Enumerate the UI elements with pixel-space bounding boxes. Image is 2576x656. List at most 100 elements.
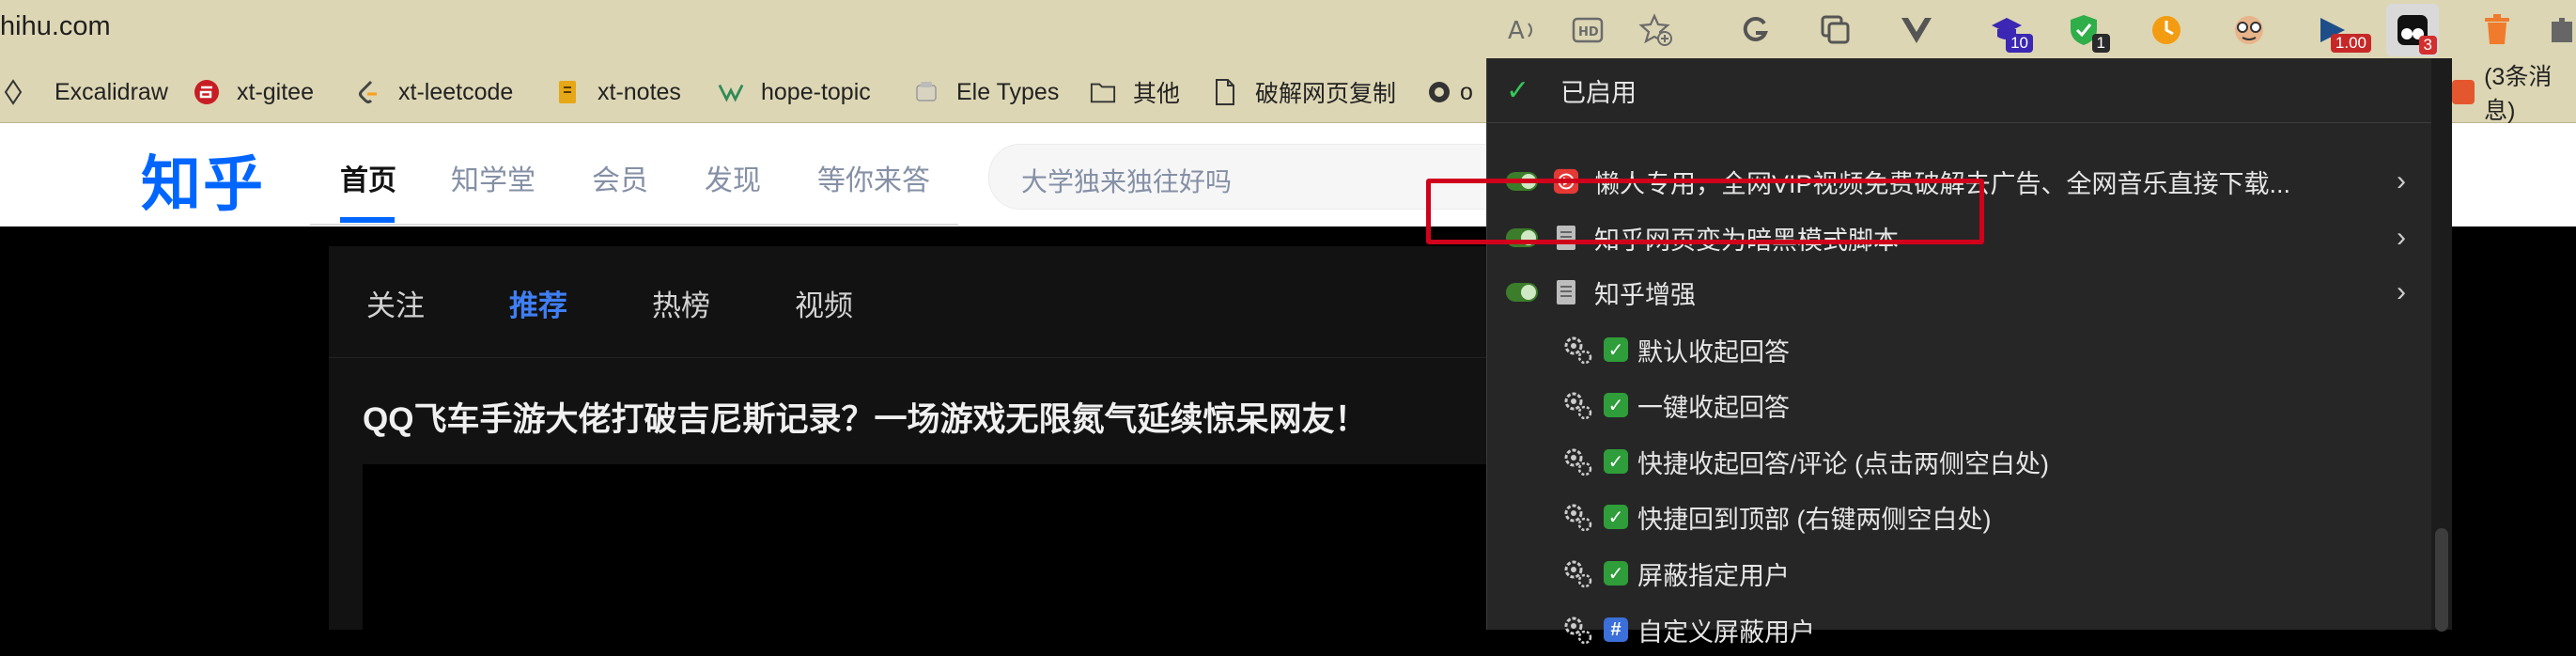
tampermonkey-icon[interactable]: 3 bbox=[2386, 4, 2439, 56]
gear-icon bbox=[1564, 560, 1592, 588]
search-placeholder: 大学独来独往好吗 bbox=[1021, 167, 1233, 196]
face-extension-icon[interactable] bbox=[2230, 11, 2268, 49]
doc-script-icon bbox=[1553, 277, 1579, 307]
command-default-collapse[interactable]: ✓ 默认收起回答 bbox=[1487, 323, 2432, 376]
scrollbar-thumb[interactable] bbox=[2435, 528, 2448, 632]
gear-icon bbox=[1564, 617, 1592, 645]
nav-active-indicator bbox=[340, 217, 395, 223]
trash-extension-icon[interactable] bbox=[2478, 11, 2516, 49]
svg-text:A: A bbox=[1508, 17, 1525, 45]
gear-icon bbox=[1564, 336, 1592, 365]
tab-icon bbox=[2452, 80, 2475, 104]
bookmark-label: 其他 bbox=[1133, 81, 1181, 107]
userscript-menu: ✓ 已启用 懒人专用，全网VIP视频免费破解去广告、全网音乐直接下载... › … bbox=[1486, 58, 2433, 647]
collections-icon[interactable] bbox=[1817, 11, 1854, 49]
bookmark-label: Excalidraw bbox=[54, 78, 168, 105]
bookmark-excalidraw[interactable]: Excalidraw bbox=[0, 62, 168, 122]
clock-extension-icon[interactable] bbox=[2148, 11, 2185, 49]
gear-icon bbox=[1564, 392, 1592, 420]
enabled-label: 已启用 bbox=[1560, 78, 1637, 107]
zhihu-logo[interactable]: 知乎 bbox=[141, 136, 265, 223]
svg-text:HD: HD bbox=[1578, 25, 1599, 39]
bookmark-label: Ele Types bbox=[956, 78, 1060, 105]
extension-badge: 10 bbox=[2006, 34, 2033, 53]
notes-icon bbox=[554, 79, 581, 105]
nav-divider bbox=[310, 224, 958, 226]
grad-cap-extension-icon[interactable]: 10 bbox=[1988, 11, 2033, 53]
bookmark-ele-types[interactable]: Ele Types bbox=[913, 62, 1059, 122]
tab-follow[interactable]: 关注 bbox=[366, 282, 425, 324]
tab-label: (3条消息) bbox=[2484, 64, 2553, 124]
command-label: 自定义屏蔽用户 bbox=[1637, 617, 1815, 647]
tab-messages[interactable]: (3条消息) bbox=[2452, 62, 2576, 124]
command-back-to-top[interactable]: ✓ 快捷回到顶部 (右键两侧空白处) bbox=[1487, 491, 2432, 543]
bookmark-xt-leetcode[interactable]: xt-leetcode bbox=[355, 62, 513, 122]
hash-icon: # bbox=[1604, 617, 1628, 642]
tab-video[interactable]: 视频 bbox=[795, 282, 853, 324]
vue-devtools-icon[interactable] bbox=[1898, 11, 1935, 49]
chevron-right-icon[interactable]: › bbox=[2397, 165, 2406, 197]
chevron-right-icon[interactable]: › bbox=[2397, 222, 2406, 254]
excalidraw-icon bbox=[0, 79, 26, 105]
o-icon bbox=[1426, 79, 1452, 105]
extension-badge: 1.00 bbox=[2330, 34, 2371, 53]
command-custom-block[interactable]: # 自定义屏蔽用户 bbox=[1487, 603, 2432, 656]
highlight-box bbox=[1426, 179, 1984, 244]
puzzle-extension-icon[interactable] bbox=[2548, 11, 2576, 49]
bookmark-label: xt-notes bbox=[597, 78, 681, 105]
command-label: 默认收起回答 bbox=[1637, 337, 1790, 367]
bookmark-o[interactable]: o bbox=[1426, 62, 1473, 122]
command-label: 一键收起回答 bbox=[1637, 393, 1790, 422]
check-mark-icon: ✓ bbox=[1604, 449, 1628, 474]
script-item-zhihu-enhance[interactable]: 知乎增强 › bbox=[1487, 265, 2432, 320]
command-label: 快捷收起回答/评论 (点击两侧空白处) bbox=[1637, 449, 2049, 478]
url-text[interactable]: hihu.com bbox=[0, 11, 111, 42]
gitee-icon bbox=[194, 79, 220, 105]
leetcode-icon bbox=[355, 79, 381, 105]
grammarly-icon[interactable] bbox=[1736, 11, 1774, 49]
check-mark-icon: ✓ bbox=[1604, 337, 1628, 362]
bookmark-label: 破解网页复制 bbox=[1255, 81, 1397, 107]
nav-waiting-answers[interactable]: 等你来答 bbox=[817, 157, 930, 198]
check-mark-icon: ✓ bbox=[1604, 561, 1628, 586]
bookmark-label: xt-gitee bbox=[237, 78, 314, 105]
bookmark-label: o bbox=[1460, 78, 1473, 105]
bookmark-xt-notes[interactable]: xt-notes bbox=[554, 62, 681, 122]
command-one-click-collapse[interactable]: ✓ 一键收起回答 bbox=[1487, 379, 2432, 431]
tab-hot[interactable]: 热榜 bbox=[652, 282, 710, 324]
bookmark-folder-other[interactable]: 其他 bbox=[1090, 62, 1180, 122]
enabled-header: ✓ 已启用 bbox=[1487, 58, 2432, 123]
hd-icon[interactable]: HD bbox=[1569, 11, 1606, 49]
toggle-switch[interactable] bbox=[1506, 283, 1538, 302]
bookmark-label: xt-leetcode bbox=[398, 78, 514, 105]
command-label: 快捷回到顶部 (右键两侧空白处) bbox=[1637, 505, 1992, 534]
ele-icon bbox=[913, 79, 939, 105]
bookmark-crack-copy[interactable]: 破解网页复制 bbox=[1212, 62, 1396, 122]
play-extension-icon[interactable]: 1.00 bbox=[2313, 11, 2371, 53]
menu-scrollbar[interactable] bbox=[2431, 58, 2452, 632]
nav-discover[interactable]: 发现 bbox=[705, 157, 761, 198]
gear-icon bbox=[1564, 504, 1592, 532]
hope-icon bbox=[718, 79, 744, 105]
chevron-right-icon[interactable]: › bbox=[2397, 276, 2406, 308]
address-bar: hihu.com A HD 10 1 1.00 3 bbox=[0, 0, 2576, 63]
bookmark-hope-topic[interactable]: hope-topic bbox=[718, 62, 871, 122]
command-label: 屏蔽指定用户 bbox=[1637, 561, 1790, 590]
command-quick-collapse[interactable]: ✓ 快捷收起回答/评论 (点击两侧空白处) bbox=[1487, 435, 2432, 488]
check-mark-icon: ✓ bbox=[1604, 393, 1628, 417]
shield-check-extension-icon[interactable]: 1 bbox=[2065, 11, 2110, 53]
feed-item-title[interactable]: QQ飞车手游大佬打破吉尼斯记录？一场游戏无限氮气延续惊呆网友！ bbox=[363, 393, 1367, 441]
nav-home[interactable]: 首页 bbox=[340, 157, 396, 198]
tab-recommend[interactable]: 推荐 bbox=[509, 282, 567, 324]
folder-icon bbox=[1090, 79, 1116, 105]
read-aloud-icon[interactable]: A bbox=[1503, 11, 1541, 49]
page-icon bbox=[1212, 79, 1238, 105]
bookmark-label: hope-topic bbox=[761, 78, 871, 105]
nav-membership[interactable]: 会员 bbox=[592, 157, 648, 198]
add-favorite-icon[interactable] bbox=[1637, 11, 1675, 49]
command-block-user[interactable]: ✓ 屏蔽指定用户 bbox=[1487, 547, 2432, 600]
bookmark-xt-gitee[interactable]: xt-gitee bbox=[194, 62, 314, 122]
script-label: 知乎增强 bbox=[1594, 280, 1696, 309]
extension-badge: 1 bbox=[2091, 34, 2110, 53]
nav-zhixuetang[interactable]: 知学堂 bbox=[451, 157, 535, 198]
